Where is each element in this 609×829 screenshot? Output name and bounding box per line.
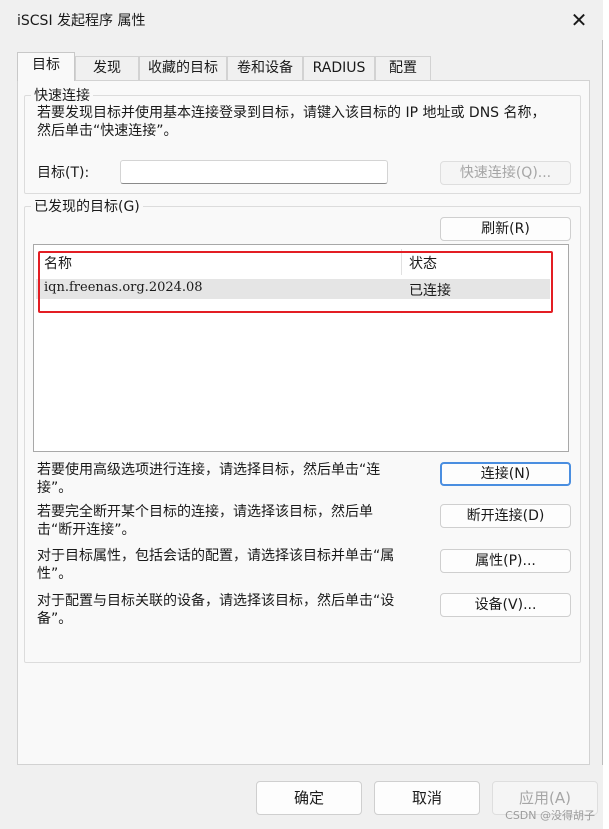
title-bar: iSCSI 发起程序 属性 ✕ [0, 0, 603, 40]
connect-description: 若要使用高级选项进行连接，请选择目标，然后单击“连接”。 [37, 462, 381, 496]
tab-configuration[interactable]: 配置 [375, 56, 431, 80]
tab-favorite-targets[interactable]: 收藏的目标 [139, 56, 227, 80]
properties-description: 对于目标属性，包括会话的配置，请选择该目标并单击“属性”。 [37, 548, 395, 582]
devices-button[interactable]: 设备(V)... [440, 593, 571, 617]
tab-targets[interactable]: 目标 [17, 52, 75, 81]
cancel-button[interactable]: 取消 [374, 781, 480, 815]
quick-connect-legend: 快速连接 [34, 88, 90, 104]
ok-button[interactable]: 确定 [256, 781, 362, 815]
close-icon[interactable]: ✕ [567, 8, 591, 32]
discovered-targets-legend: 已发现的目标(G) [34, 199, 140, 215]
connect-button[interactable]: 连接(N) [440, 462, 571, 486]
tab-volumes-devices[interactable]: 卷和设备 [227, 56, 303, 80]
target-input[interactable] [120, 160, 388, 184]
quick-connect-button[interactable]: 快速连接(Q)... [440, 161, 571, 185]
disconnect-button[interactable]: 断开连接(D) [440, 504, 571, 528]
tab-radius[interactable]: RADIUS [303, 56, 375, 80]
refresh-button[interactable]: 刷新(R) [440, 217, 571, 241]
highlight-annotation-box [38, 251, 553, 313]
devices-description: 对于配置与目标关联的设备，请选择该目标，然后单击“设备”。 [37, 593, 395, 627]
window-title: iSCSI 发起程序 属性 [17, 13, 146, 29]
target-label: 目标(T): [37, 165, 90, 181]
quick-connect-description: 若要发现目标并使用基本连接登录到目标，请键入该目标的 IP 地址或 DNS 名称… [37, 105, 546, 139]
watermark-text: CSDN @没得胡子 [505, 809, 595, 822]
disconnect-description: 若要完全断开某个目标的连接，请选择该目标，然后单击“断开连接”。 [37, 504, 373, 538]
dialog-window: iSCSI 发起程序 属性 ✕ 目标 发现 收藏的目标 卷和设备 RADIUS … [0, 0, 603, 829]
properties-button[interactable]: 属性(P)... [440, 549, 571, 573]
tab-discovery[interactable]: 发现 [75, 56, 139, 80]
